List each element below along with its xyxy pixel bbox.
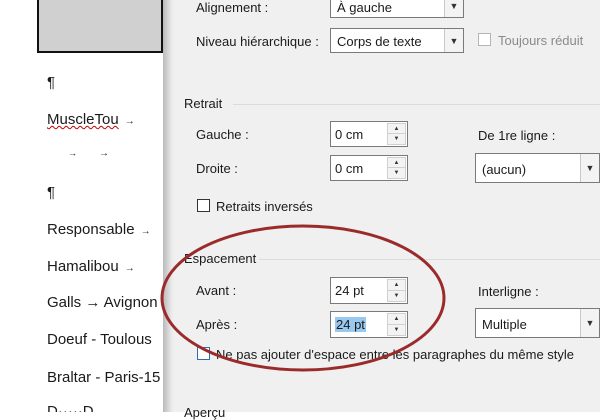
doc-line: → → <box>68 148 109 159</box>
no-space-same-style-checkbox[interactable] <box>197 347 210 360</box>
first-line-select[interactable]: (aucun) ▼ <box>475 153 600 183</box>
indent-left-label: Gauche : <box>196 127 249 142</box>
line-spacing-select[interactable]: Multiple ▼ <box>475 308 600 338</box>
spin-down-icon[interactable]: ▼ <box>387 324 406 336</box>
outline-level-label: Niveau hiérarchique : <box>196 34 319 49</box>
doc-line: ¶ <box>47 74 56 91</box>
chevron-down-icon: ▼ <box>580 309 599 337</box>
doc-line: Doeuf - Toulous <box>47 331 152 348</box>
doc-line: Responsable → <box>47 221 151 238</box>
doc-line: Braltar - Paris-15 <box>47 369 161 386</box>
chevron-down-icon: ▼ <box>580 154 599 182</box>
doc-line: Hamalibou → <box>47 258 135 275</box>
doc-line: ¶ <box>47 184 56 201</box>
indent-right-spinner[interactable]: 0 cm ▲ ▼ <box>330 155 408 181</box>
chevron-down-icon: ▼ <box>444 0 463 17</box>
spin-down-icon[interactable]: ▼ <box>387 133 406 145</box>
no-space-same-style-label: Ne pas ajouter d'espace entre les paragr… <box>216 347 575 362</box>
indent-left-spinner[interactable]: 0 cm ▲ ▼ <box>330 121 408 147</box>
spin-down-icon[interactable]: ▼ <box>387 290 406 302</box>
mirror-indents-label: Retraits inversés <box>216 199 313 214</box>
divider <box>259 259 600 260</box>
first-line-label: De 1re ligne : <box>478 128 556 143</box>
alignment-label: Alignement : <box>196 0 269 15</box>
spin-down-icon[interactable]: ▼ <box>387 167 406 179</box>
chevron-down-icon: ▼ <box>444 29 463 52</box>
doc-line: MuscleTou → <box>47 111 135 128</box>
doc-line: Galls → Avignon <box>47 294 158 311</box>
collapsed-checkbox[interactable] <box>478 33 491 46</box>
spacing-before-spinner[interactable]: 24 pt ▲ ▼ <box>330 277 408 304</box>
spacing-section-title: Espacement <box>184 251 257 266</box>
line-spacing-label: Interligne : <box>478 284 539 299</box>
indent-right-label: Droite : <box>196 161 238 176</box>
document-image-frame <box>37 0 163 53</box>
mirror-indents-checkbox[interactable] <box>197 199 210 212</box>
spacing-after-label: Après : <box>196 317 238 332</box>
spacing-before-label: Avant : <box>196 283 237 298</box>
indent-section-title: Retrait <box>184 96 223 111</box>
doc-line: D·····D <box>47 403 94 412</box>
paragraph-dialog: Alignement : À gauche ▼ Niveau hiérarchiq… <box>175 0 600 420</box>
alignment-select[interactable]: À gauche ▼ <box>330 0 464 18</box>
document-area: ¶ MuscleTou → → → ¶ Responsable → Hamalibou… <box>0 0 165 412</box>
spacing-after-spinner[interactable]: 24 pt ▲ ▼ <box>330 311 408 338</box>
preview-section-title: Aperçu <box>184 405 226 420</box>
outline-level-select[interactable]: Corps de texte ▼ <box>330 28 464 53</box>
divider <box>233 104 600 105</box>
collapsed-label: Toujours réduit <box>498 33 584 48</box>
